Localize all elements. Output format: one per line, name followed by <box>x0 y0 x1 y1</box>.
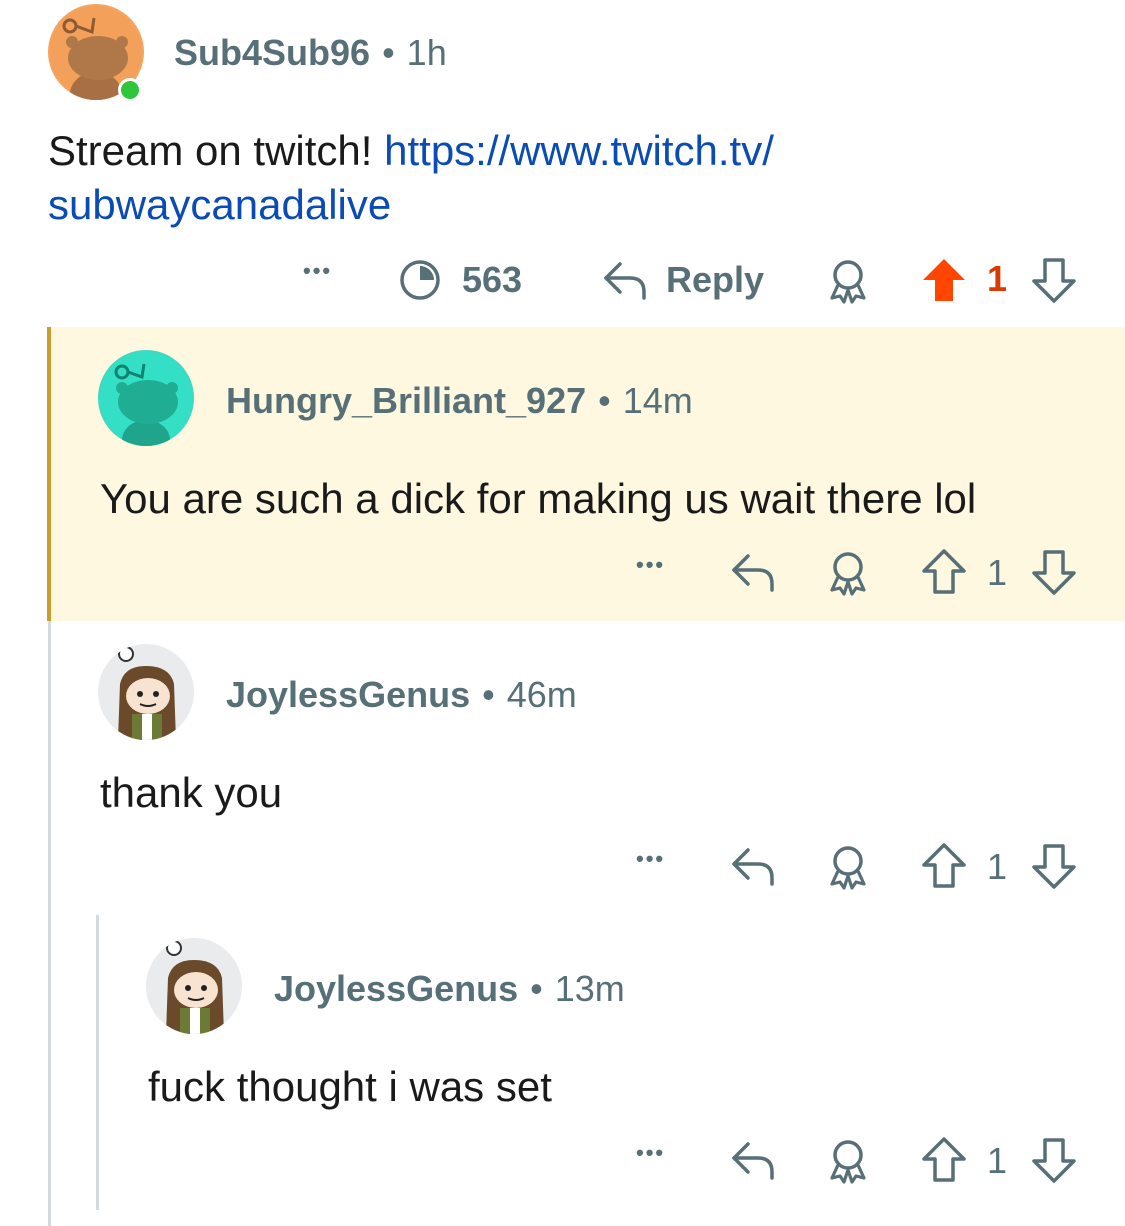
comment-age: 14m <box>622 380 693 421</box>
vote-count: 1 <box>987 258 1008 299</box>
vote-count: 1 <box>987 1140 1008 1181</box>
upvote-button[interactable] <box>920 548 968 596</box>
avatar[interactable] <box>146 938 242 1034</box>
snoo-custom-avatar-icon <box>100 646 192 740</box>
meta-separator: • <box>382 32 395 73</box>
reply-icon <box>732 848 774 886</box>
downvote-icon <box>1032 844 1076 889</box>
clock-icon <box>400 260 440 300</box>
comment-age: 13m <box>554 968 625 1009</box>
upvote-button[interactable] <box>920 1136 968 1184</box>
vote-count: 1 <box>987 846 1008 887</box>
view-count: 563 <box>398 258 522 302</box>
comment-text: fuck thought i was set <box>148 1063 552 1110</box>
comment-meta: Sub4Sub96 • 1h <box>174 32 447 74</box>
reply-button[interactable]: Reply <box>600 258 764 302</box>
award-icon <box>830 1140 866 1184</box>
highlight-border <box>47 327 51 621</box>
downvote-icon <box>1032 1138 1076 1183</box>
downvote-icon <box>1032 258 1076 303</box>
reply-button[interactable] <box>728 844 778 888</box>
meta-separator: • <box>530 968 543 1009</box>
downvote-button[interactable] <box>1030 256 1078 304</box>
comment-text: thank you <box>100 769 283 816</box>
award-icon <box>830 552 866 596</box>
upvote-button[interactable] <box>920 842 968 890</box>
reply-button[interactable] <box>728 550 778 594</box>
view-count-label: 563 <box>462 259 523 300</box>
username[interactable]: Sub4Sub96 <box>174 32 370 73</box>
comment-meta: JoylessGenus • 13m <box>274 968 625 1010</box>
award-icon <box>830 260 866 304</box>
comment-text: Stream on twitch! <box>48 127 385 174</box>
more-options-button[interactable]: ••• <box>636 1140 665 1166</box>
reply-icon <box>732 1142 774 1180</box>
snoo-custom-avatar-icon <box>148 940 240 1034</box>
reply-icon <box>604 262 646 300</box>
comment-meta: Hungry_Brilliant_927 • 14m <box>226 380 693 422</box>
downvote-button[interactable] <box>1030 548 1078 596</box>
online-status-dot <box>118 78 142 102</box>
reply-label: Reply <box>666 259 765 300</box>
comment-age: 1h <box>406 32 447 73</box>
award-icon <box>830 846 866 890</box>
upvote-icon <box>922 1137 966 1182</box>
upvote-icon <box>922 549 966 594</box>
award-button[interactable] <box>824 844 872 890</box>
vote-count: 1 <box>987 552 1008 593</box>
username[interactable]: JoylessGenus <box>226 674 470 715</box>
comment-body: Stream on twitch! https://www.twitch.tv/… <box>48 124 774 232</box>
more-options-button[interactable]: ••• <box>303 258 332 284</box>
downvote-button[interactable] <box>1030 842 1078 890</box>
downvote-button[interactable] <box>1030 1136 1078 1184</box>
award-button[interactable] <box>824 1138 872 1184</box>
more-options-button[interactable]: ••• <box>636 552 665 578</box>
reply-button[interactable] <box>728 1138 778 1182</box>
upvote-filled-icon <box>923 259 965 301</box>
avatar[interactable] <box>98 644 194 740</box>
comment-age: 46m <box>506 674 577 715</box>
reply-icon <box>732 554 774 592</box>
thread-line-nested[interactable] <box>96 915 99 1210</box>
username[interactable]: Hungry_Brilliant_927 <box>226 380 586 421</box>
upvote-icon <box>922 843 966 888</box>
more-options-button[interactable]: ••• <box>636 846 665 872</box>
snoo-avatar-icon <box>100 352 192 446</box>
upvote-button[interactable] <box>920 256 968 304</box>
downvote-icon <box>1032 550 1076 595</box>
award-button[interactable] <box>824 258 872 304</box>
award-button[interactable] <box>824 550 872 596</box>
meta-separator: • <box>482 674 495 715</box>
meta-separator: • <box>598 380 611 421</box>
comment-meta: JoylessGenus • 46m <box>226 674 577 716</box>
comment-text: You are such a dick for making us wait t… <box>100 475 977 522</box>
username[interactable]: JoylessGenus <box>274 968 518 1009</box>
avatar[interactable] <box>98 350 194 446</box>
